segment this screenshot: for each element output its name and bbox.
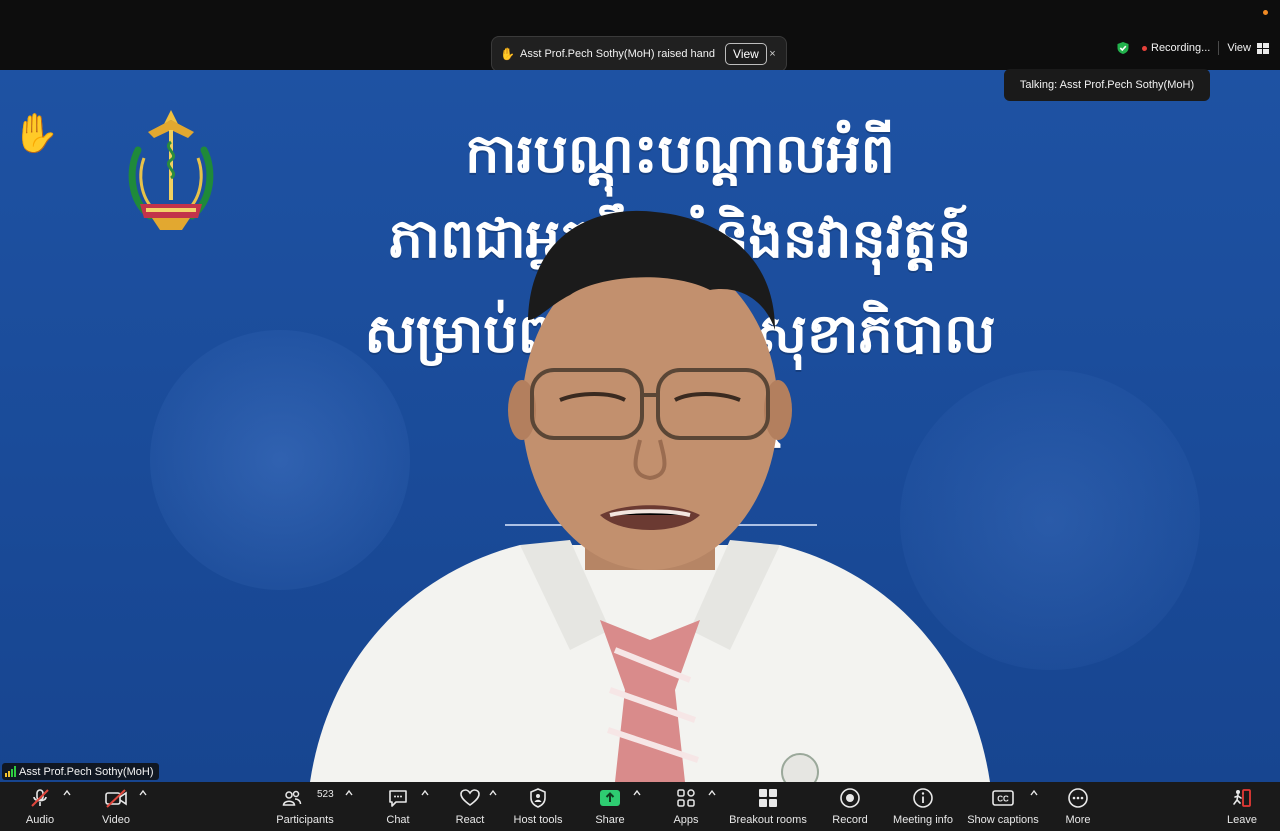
status-dot [1263,10,1268,15]
camera-off-icon [104,785,128,811]
raise-hand-icon: ✋ [12,113,60,155]
close-icon[interactable]: × [767,48,778,60]
record-button[interactable]: Record [830,782,870,831]
share-options-caret-icon[interactable] [632,788,642,798]
divider [1218,41,1220,55]
react-button[interactable]: React [452,782,488,831]
slide-title-line-1: ការបណ្តុះបណ្តាលអំពី [465,122,895,185]
apps-button[interactable]: Apps [668,782,704,831]
raised-hand-icon: ✋ [500,47,515,61]
participant-name-tag: Asst Prof.Pech Sothy(MoH) [2,763,159,780]
meeting-info-button[interactable]: Meeting info [892,782,954,831]
heart-icon [459,785,481,811]
more-button[interactable]: More [1060,782,1096,831]
host-shield-icon [528,785,548,811]
microphone-muted-icon [29,785,51,811]
notification-message: Asst Prof.Pech Sothy(MoH) raised hand [520,48,716,60]
more-options-icon [1067,785,1089,811]
host-tools-button[interactable]: Host tools [510,782,566,831]
breakout-rooms-label: Breakout rooms [729,814,807,826]
record-icon [839,785,861,811]
leave-button[interactable]: Leave [1224,782,1260,831]
shield-check-icon [1115,40,1131,56]
video-button[interactable]: Video [98,782,134,831]
breakout-rooms-button[interactable]: Breakout rooms [728,782,808,831]
record-label: Record [832,814,868,826]
talking-indicator: Talking: Asst Prof.Pech Sothy(MoH) [1004,69,1210,101]
chat-button[interactable]: Chat [380,782,416,831]
view-menu-label: View [1227,42,1251,54]
share-label: Share [595,814,625,826]
apps-icon [675,785,697,811]
apps-label: Apps [673,814,699,826]
chat-icon [387,785,409,811]
view-menu-button[interactable]: View [1227,42,1269,54]
leave-door-icon [1231,785,1253,811]
signal-strength-icon [5,766,16,777]
share-button[interactable]: Share [592,782,628,831]
react-options-caret-icon[interactable] [488,788,498,798]
svg-text:CC: CC [997,795,1009,804]
audio-button[interactable]: Audio [22,782,58,831]
raised-hand-notification: ✋ Asst Prof.Pech Sothy(MoH) raised hand … [491,36,787,72]
host-tools-label: Host tools [513,814,563,826]
audio-options-caret-icon[interactable] [62,788,72,798]
react-label: React [455,814,485,826]
participants-count: 523 [317,789,334,800]
meeting-info-label: Meeting info [893,814,953,826]
speaker-video [310,210,990,782]
captions-options-caret-icon[interactable] [1029,788,1039,798]
video-options-caret-icon[interactable] [138,788,148,798]
breakout-rooms-icon [757,785,779,811]
closed-captions-icon: CC [991,785,1015,811]
notification-view-button[interactable]: View [725,43,767,65]
show-captions-label: Show captions [967,814,1039,826]
recording-dot-icon [1142,45,1147,51]
recording-indicator: Recording... View [1115,40,1269,56]
view-grid-icon [1256,42,1269,54]
participant-name: Asst Prof.Pech Sothy(MoH) [19,765,154,778]
meeting-toolbar: Audio Video Participants Chat React Host… [0,782,1280,831]
chat-options-caret-icon[interactable] [420,788,430,798]
audio-label: Audio [25,814,55,826]
participants-options-caret-icon[interactable] [344,788,354,798]
video-label: Video [102,814,130,826]
share-screen-icon [599,785,621,811]
leave-label: Leave [1227,814,1257,826]
recording-label[interactable]: Recording... [1151,42,1210,54]
participants-label: Participants [276,814,334,826]
more-label: More [1065,814,1091,826]
info-icon [912,785,934,811]
chat-label: Chat [386,814,410,826]
apps-options-caret-icon[interactable] [707,788,717,798]
participants-icon [282,785,302,811]
